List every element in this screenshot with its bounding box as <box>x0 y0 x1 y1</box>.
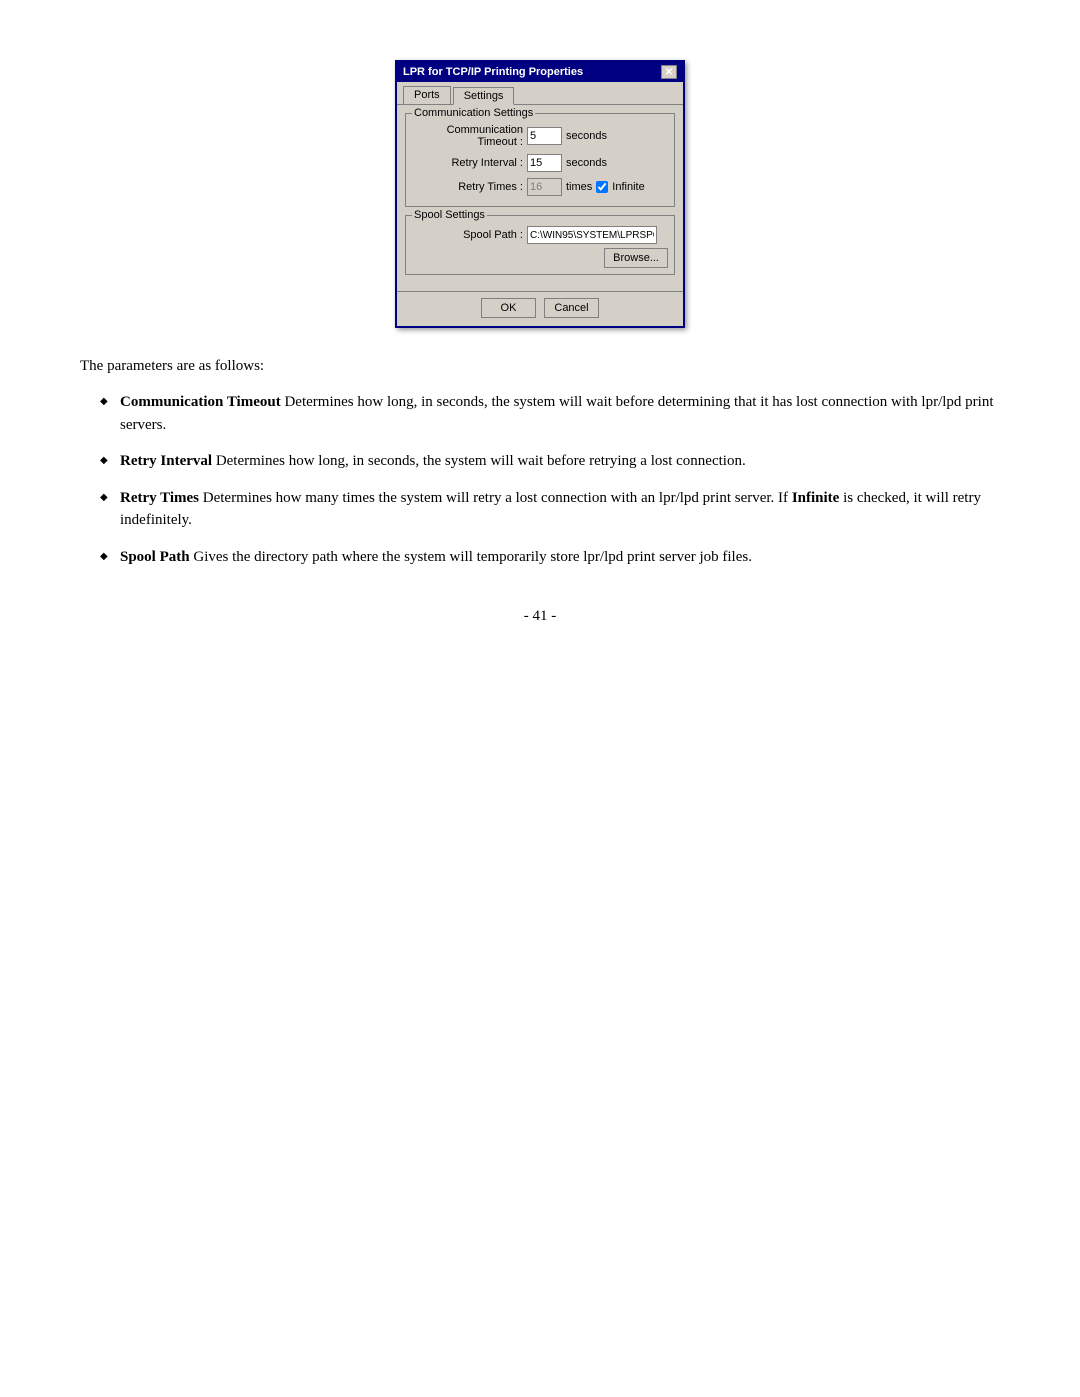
spool-path-row: Spool Path : <box>412 226 668 244</box>
spool-path-label: Spool Path : <box>412 229 527 241</box>
list-item-comm-timeout: Communication Timeout Determines how lon… <box>100 391 1000 436</box>
text-retry-times-1: Determines how many times the system wil… <box>120 490 981 529</box>
dialog-titlebar: LPR for TCP/IP Printing Properties ✕ <box>397 62 683 82</box>
comm-timeout-unit: seconds <box>566 130 607 142</box>
intro-text: The parameters are as follows: <box>80 358 1000 375</box>
dialog-close-button[interactable]: ✕ <box>661 65 677 79</box>
page-number: - 41 - <box>80 608 1000 625</box>
tab-ports[interactable]: Ports <box>403 86 451 104</box>
ok-button[interactable]: OK <box>481 298 536 318</box>
spool-settings-label: Spool Settings <box>412 209 487 221</box>
list-item-retry-times: Retry Times Determines how many times th… <box>100 487 1000 532</box>
term-infinite-inline: Infinite <box>792 490 840 506</box>
comm-settings-group: Communication Settings Communication Tim… <box>405 113 675 207</box>
dialog-window: LPR for TCP/IP Printing Properties ✕ Por… <box>395 60 685 328</box>
comm-settings-label: Communication Settings <box>412 107 535 119</box>
retry-interval-unit: seconds <box>566 157 607 169</box>
comm-timeout-label: Communication Timeout : <box>412 124 527 148</box>
term-spool-path: Spool Path <box>120 549 190 565</box>
dialog-title: LPR for TCP/IP Printing Properties <box>403 66 583 78</box>
term-comm-timeout: Communication Timeout <box>120 394 281 410</box>
browse-button[interactable]: Browse... <box>604 248 668 268</box>
dialog-footer: OK Cancel <box>397 291 683 326</box>
main-content: The parameters are as follows: Communica… <box>80 358 1000 625</box>
term-retry-interval: Retry Interval <box>120 453 212 469</box>
retry-interval-label: Retry Interval : <box>412 157 527 169</box>
list-item-retry-interval: Retry Interval Determines how long, in s… <box>100 450 1000 473</box>
dialog-body: Communication Settings Communication Tim… <box>397 105 683 291</box>
retry-interval-row: Retry Interval : seconds <box>412 154 668 172</box>
bullet-list: Communication Timeout Determines how lon… <box>80 391 1000 568</box>
dialog-tabs: Ports Settings <box>397 82 683 105</box>
retry-times-unit: times <box>566 181 592 193</box>
cancel-button[interactable]: Cancel <box>544 298 599 318</box>
browse-row: Browse... <box>412 248 668 268</box>
comm-timeout-input[interactable] <box>527 127 562 145</box>
text-retry-interval: Determines how long, in seconds, the sys… <box>212 453 746 469</box>
infinite-checkbox[interactable] <box>596 181 608 193</box>
retry-times-input[interactable] <box>527 178 562 196</box>
spool-path-input[interactable] <box>527 226 657 244</box>
retry-times-label: Retry Times : <box>412 181 527 193</box>
infinite-label: Infinite <box>612 181 644 193</box>
tab-settings[interactable]: Settings <box>453 87 515 105</box>
term-retry-times: Retry Times <box>120 490 199 506</box>
list-item-spool-path: Spool Path Gives the directory path wher… <box>100 546 1000 569</box>
retry-times-row: Retry Times : times Infinite <box>412 178 668 196</box>
dialog-container: LPR for TCP/IP Printing Properties ✕ Por… <box>80 60 1000 328</box>
retry-interval-input[interactable] <box>527 154 562 172</box>
text-spool-path: Gives the directory path where the syste… <box>190 549 752 565</box>
comm-timeout-row: Communication Timeout : seconds <box>412 124 668 148</box>
spool-settings-group: Spool Settings Spool Path : Browse... <box>405 215 675 275</box>
